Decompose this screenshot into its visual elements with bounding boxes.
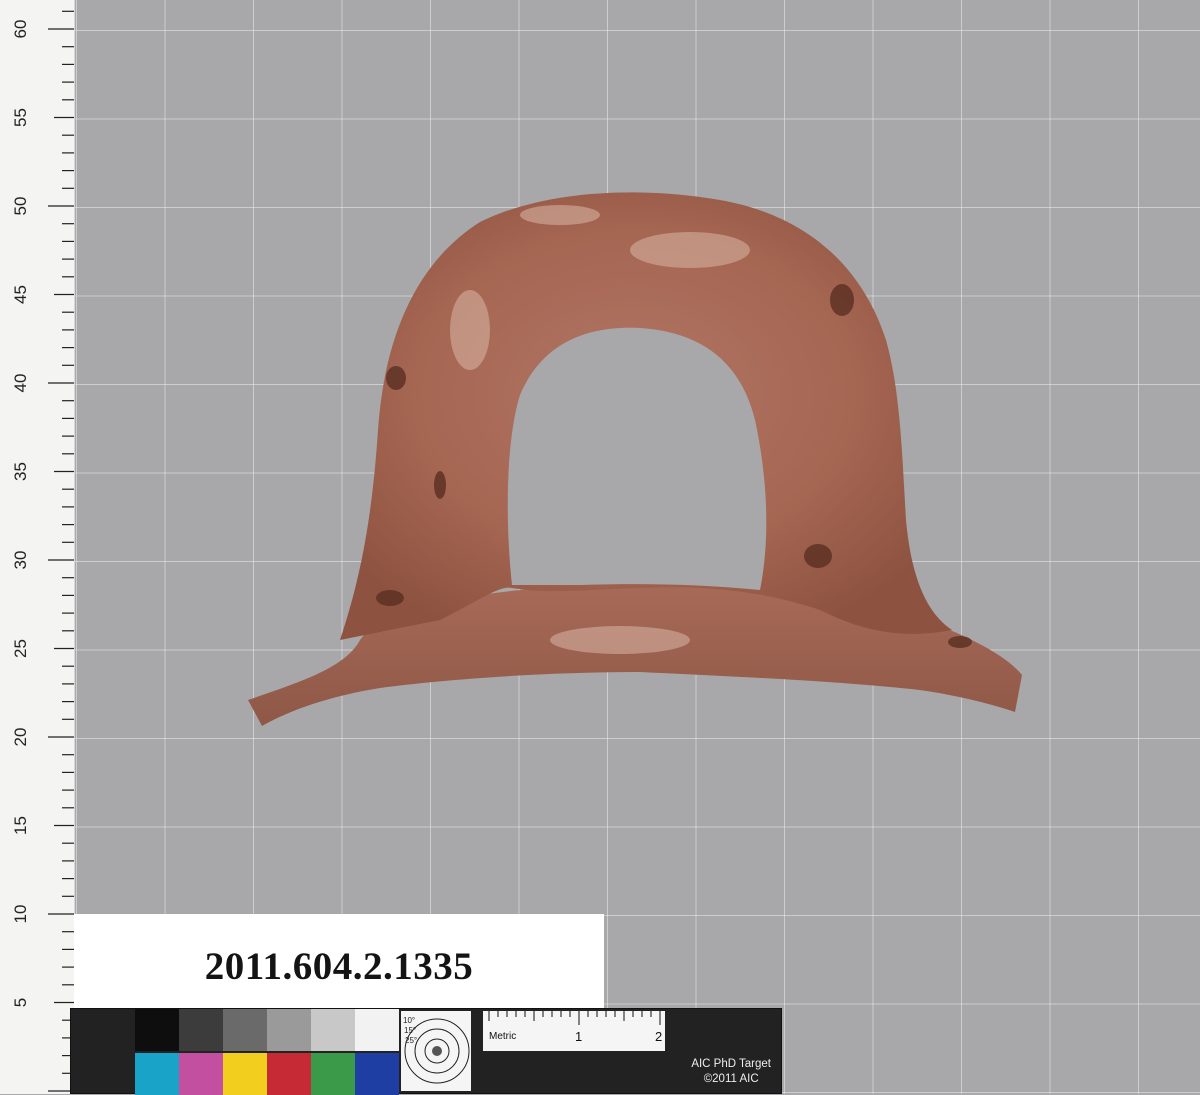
accession-number: 2011.604.2.1335	[204, 945, 474, 988]
gray-patch	[135, 1009, 179, 1051]
color-calibration-target: 10° 15° 25° Metric 1 2 AIC PhD Target ©2	[70, 1008, 782, 1095]
metric-label: Metric	[489, 1031, 516, 1042]
gray-patch	[267, 1009, 311, 1051]
color-patch	[267, 1053, 311, 1095]
target-degree-15: 15°	[404, 1026, 416, 1035]
target-degree-10: 10°	[403, 1016, 415, 1025]
gray-patch	[355, 1009, 399, 1051]
handle-opening	[507, 327, 767, 590]
color-patch	[135, 1053, 179, 1095]
metric-number-2: 2	[655, 1029, 662, 1044]
color-patch	[355, 1053, 399, 1095]
metric-number-1: 1	[575, 1029, 582, 1044]
accession-label-card: 2011.604.2.1335	[74, 914, 604, 1012]
focus-target-icon: 10° 15° 25°	[401, 1011, 471, 1091]
color-patch	[223, 1053, 267, 1095]
gray-patch	[311, 1009, 355, 1051]
gray-patch	[179, 1009, 223, 1051]
target-title: AIC PhD Target	[691, 1058, 771, 1070]
gray-patch	[223, 1009, 267, 1051]
metric-scale-bar: Metric 1 2	[483, 1011, 665, 1051]
target-degree-25: 25°	[405, 1036, 417, 1045]
color-patch	[179, 1053, 223, 1095]
color-patch	[311, 1053, 355, 1095]
target-copyright: ©2011 AIC	[703, 1073, 759, 1085]
target-caption: AIC PhD Target ©2011 AIC	[691, 1057, 771, 1087]
metric-scale-ticks: Metric 1 2	[488, 1011, 662, 1044]
